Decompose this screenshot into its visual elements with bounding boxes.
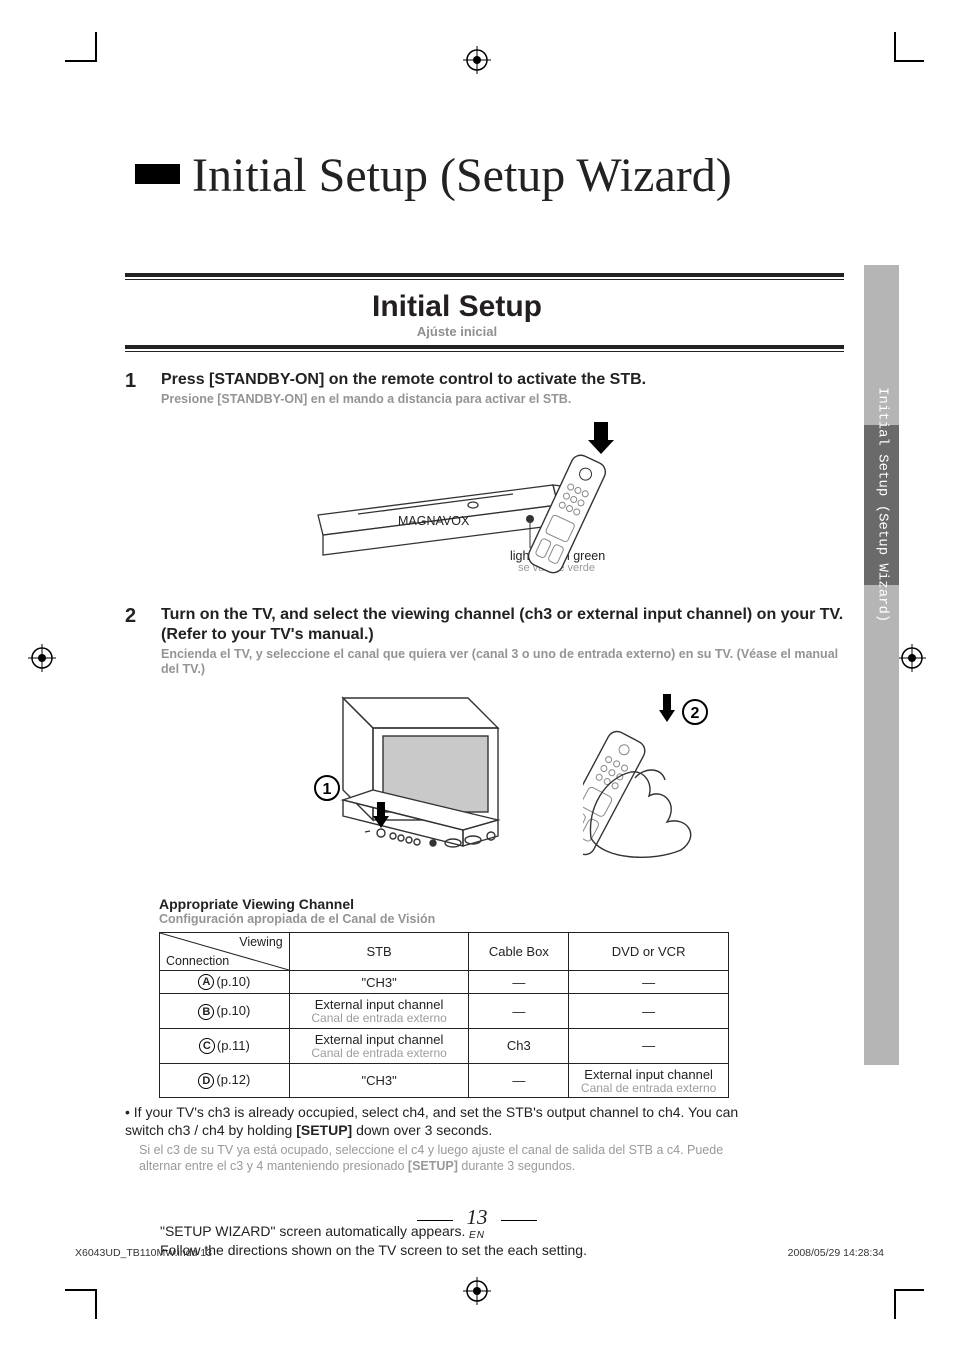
viewing-heading-en: Appropriate Viewing Channel: [159, 896, 844, 912]
step-1-text-es: Presione [STANDBY-ON] en el mando a dist…: [161, 392, 844, 408]
ch4-note: If your TV's ch3 is already occupied, se…: [125, 1104, 760, 1174]
step-2-number: 2: [125, 605, 143, 886]
side-tab-label: Initial Setup (Setup Wizard): [874, 387, 889, 622]
title-bar-icon: [135, 164, 180, 184]
page-number: 13 EN: [0, 1205, 954, 1241]
arrow-down-icon: [588, 422, 614, 454]
registration-mark-icon: [28, 644, 56, 672]
footer-file: X6043UD_TB110MW.indd 13: [75, 1247, 212, 1259]
svg-text:1: 1: [322, 781, 331, 798]
step-1-text-en: Press [STANDBY-ON] on the remote control…: [161, 370, 844, 390]
section-title: Initial Setup: [70, 290, 844, 324]
svg-text:2: 2: [690, 705, 699, 722]
registration-mark-icon: [898, 644, 926, 672]
table-row: B(p.10) External input channelCanal de e…: [160, 994, 729, 1029]
circle-2-icon: 2: [683, 700, 707, 724]
step-2-text-en: Turn on the TV, and select the viewing c…: [161, 605, 844, 645]
step-2-illustration: 1 2: [161, 678, 844, 886]
page-title: Initial Setup (Setup Wizard): [135, 148, 844, 203]
table-row: D(p.12) "CH3" — External input channelCa…: [160, 1063, 729, 1098]
section-tabs: Initial Setup (Setup Wizard): [864, 265, 899, 1065]
viewing-heading-es: Configuración apropiada de el Canal de V…: [159, 912, 844, 926]
registration-mark-icon: [463, 1277, 491, 1305]
step-2-text-es: Encienda el TV, y seleccione el canal qu…: [161, 647, 844, 678]
registration-mark-icon: [463, 46, 491, 74]
step-1: 1 Press [STANDBY-ON] on the remote contr…: [125, 370, 844, 595]
step-1-number: 1: [125, 370, 143, 595]
step-2: 2 Turn on the TV, and select the viewing…: [125, 605, 844, 886]
viewing-channel-table: Viewing Connection STB Cable Box DVD or …: [159, 932, 729, 1098]
step-1-illustration: MAGNAVOX lights up in green se vuelve ve…: [161, 420, 844, 585]
footer-timestamp: 2008/05/29 14:28:34: [788, 1247, 884, 1259]
section-sub: Ajúste inicial: [70, 324, 844, 339]
circle-1-icon: 1: [315, 776, 339, 800]
table-row: C(p.11) External input channelCanal de e…: [160, 1029, 729, 1064]
svg-text:MAGNAVOX: MAGNAVOX: [398, 514, 470, 528]
table-row: A(p.10) "CH3" — —: [160, 970, 729, 994]
